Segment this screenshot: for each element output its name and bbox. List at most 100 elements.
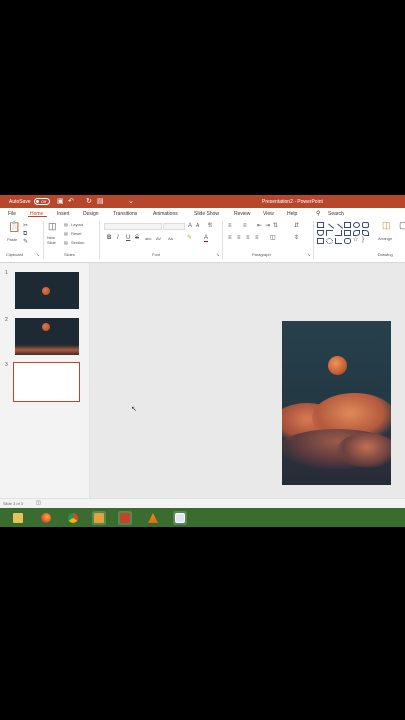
text-direction-icon[interactable]: ⇵: [294, 223, 299, 230]
columns-icon[interactable]: ◫: [270, 235, 276, 242]
italic-button[interactable]: I: [117, 235, 119, 242]
align-center-icon[interactable]: ≡: [237, 235, 241, 242]
firefox-icon[interactable]: [39, 511, 53, 525]
drawing-group-label: Drawing: [378, 252, 393, 257]
photos-icon[interactable]: [92, 511, 106, 525]
tab-view[interactable]: View: [263, 211, 274, 217]
paragraph-launcher-icon[interactable]: ↘: [307, 252, 310, 257]
increase-indent-icon[interactable]: ⇥: [265, 223, 270, 230]
shape-triangle-icon[interactable]: [317, 230, 324, 236]
slide-thumbnail-3[interactable]: [13, 362, 80, 402]
tab-insert[interactable]: Insert: [57, 211, 70, 217]
vlc-icon[interactable]: [146, 511, 160, 525]
cut-icon[interactable]: ✂: [23, 223, 28, 230]
arrange-button[interactable]: Arrange: [378, 236, 392, 241]
slide-number: 1: [5, 270, 8, 276]
shape-square-icon[interactable]: [344, 222, 351, 228]
paste-icon[interactable]: 📋: [8, 223, 20, 233]
present-icon[interactable]: ▤: [97, 197, 104, 206]
powerpoint-icon[interactable]: [118, 511, 132, 525]
shapes-gallery[interactable]: ☆ }: [317, 222, 375, 246]
reset-button[interactable]: Reset: [71, 231, 81, 236]
slide-thumbnail-pane: 1 2 3: [0, 263, 90, 498]
search-icon[interactable]: ⚲: [316, 210, 320, 217]
autosave-label: AutoSave: [9, 199, 31, 205]
bullets-icon[interactable]: ≡: [228, 223, 232, 230]
tab-help[interactable]: Help: [287, 211, 297, 217]
slide-thumbnail-1[interactable]: [15, 272, 79, 309]
paste-button[interactable]: Paste: [7, 237, 17, 242]
reset-icon[interactable]: ▤: [64, 231, 68, 236]
ribbon-tabs: File Home Insert Design Transitions Anim…: [0, 208, 405, 218]
shape-star-icon[interactable]: ☆: [353, 237, 358, 244]
screen-recorder-icon[interactable]: [173, 511, 187, 525]
new-slide-icon[interactable]: ◫: [48, 222, 57, 231]
layout-icon[interactable]: ▤: [64, 222, 68, 227]
text-shadow-button[interactable]: abc: [145, 236, 151, 241]
tab-design[interactable]: Design: [83, 211, 99, 217]
shape-elbow-icon[interactable]: [335, 230, 342, 236]
clipboard-launcher-icon[interactable]: ↘: [36, 252, 39, 257]
tab-review[interactable]: Review: [234, 211, 250, 217]
quick-styles-icon[interactable]: ▢: [399, 221, 405, 230]
customize-icon[interactable]: ⌄: [128, 197, 134, 206]
undo-icon[interactable]: ↶: [68, 197, 74, 206]
shape-flowchart-icon[interactable]: [344, 230, 351, 236]
shrink-font-icon[interactable]: A: [196, 223, 199, 230]
shape-callout-icon[interactable]: [317, 238, 324, 244]
bold-button[interactable]: B: [107, 235, 111, 242]
align-text-icon[interactable]: ⇕: [294, 235, 299, 242]
shape-leaf-icon[interactable]: [353, 230, 360, 236]
font-size-field[interactable]: [163, 223, 185, 230]
shape-oval-icon[interactable]: [353, 222, 360, 228]
shape-arc-icon[interactable]: [326, 238, 333, 244]
tab-animations[interactable]: Animations: [153, 211, 178, 217]
highlight-icon[interactable]: ✎: [187, 235, 192, 242]
font-color-icon[interactable]: A: [204, 235, 209, 242]
shape-connector-icon[interactable]: [326, 230, 333, 236]
slide-thumbnail-2[interactable]: [15, 318, 79, 355]
character-spacing-button[interactable]: AV: [156, 236, 161, 241]
tab-slide-show[interactable]: Slide Show: [194, 211, 219, 217]
shape-curve-icon[interactable]: [362, 230, 369, 236]
accessibility-icon[interactable]: ◫: [36, 500, 41, 506]
align-right-icon[interactable]: ≡: [246, 235, 250, 242]
tab-file[interactable]: File: [8, 211, 16, 217]
numbering-icon[interactable]: ≡: [243, 223, 247, 230]
underline-button[interactable]: U: [126, 235, 130, 242]
tab-transitions[interactable]: Transitions: [113, 211, 137, 217]
align-left-icon[interactable]: ≡: [228, 235, 232, 242]
shape-brace-icon[interactable]: [344, 238, 351, 244]
taskbar: [0, 508, 405, 527]
change-case-button[interactable]: Aa: [168, 236, 173, 241]
layout-button[interactable]: Layout: [71, 222, 83, 227]
autosave-toggle[interactable]: Off: [34, 198, 50, 205]
mouse-cursor-icon: ↖: [131, 406, 137, 413]
chrome-icon[interactable]: [66, 511, 80, 525]
copy-icon[interactable]: ⧉: [23, 231, 27, 238]
shape-rounded-rect-icon[interactable]: [362, 222, 369, 228]
clear-formatting-icon[interactable]: 𝔄: [208, 223, 212, 230]
grow-font-icon[interactable]: A: [188, 223, 192, 230]
moon-clouds-photo[interactable]: [282, 321, 391, 485]
slide-number: 3: [5, 362, 8, 368]
strikethrough-button[interactable]: S: [135, 235, 139, 242]
font-name-field[interactable]: [104, 223, 162, 230]
search-label[interactable]: Search: [328, 211, 344, 217]
line-spacing-icon[interactable]: ⇅: [273, 223, 278, 230]
section-button[interactable]: Section: [71, 240, 84, 245]
section-icon[interactable]: ▤: [64, 240, 68, 245]
save-icon[interactable]: ▣: [57, 197, 64, 206]
new-slide-button[interactable]: New Slide: [47, 235, 56, 245]
justify-icon[interactable]: ≡: [255, 235, 259, 242]
shape-rectangle-icon[interactable]: [317, 222, 324, 228]
font-group-label: Font: [152, 252, 161, 257]
shape-brace-right-icon[interactable]: }: [362, 237, 364, 244]
file-explorer-icon[interactable]: [11, 511, 25, 525]
arrange-icon[interactable]: ◫: [382, 221, 391, 230]
redo-icon[interactable]: ↻: [86, 197, 92, 206]
shape-bracket-icon[interactable]: [335, 238, 342, 244]
format-painter-icon[interactable]: ✎: [23, 239, 28, 246]
font-launcher-icon[interactable]: ↘: [216, 252, 219, 257]
decrease-indent-icon[interactable]: ⇤: [257, 223, 262, 230]
